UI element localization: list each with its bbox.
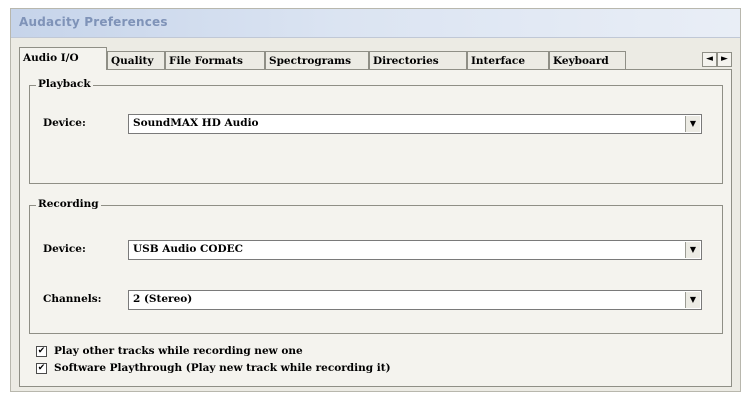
tab-directories[interactable]: Directories [369, 51, 467, 69]
recording-group: Recording Device: USB Audio CODEC ▼ Chan… [29, 198, 723, 334]
preferences-window: Audacity Preferences Audio I/O Quality F… [10, 8, 741, 392]
recording-channels-value: 2 (Stereo) [133, 293, 193, 305]
playback-device-label: Device: [43, 117, 86, 129]
tab-keyboard[interactable]: Keyboard [549, 51, 626, 69]
audio-io-panel: Playback Device: SoundMAX HD Audio ▼ Rec… [19, 69, 732, 387]
recording-device-value: USB Audio CODEC [133, 243, 244, 255]
play-other-tracks-checkbox[interactable]: ✔ [36, 346, 47, 357]
recording-channels-label: Channels: [43, 293, 102, 305]
chevron-down-icon[interactable]: ▼ [685, 116, 700, 132]
tab-spectrograms[interactable]: Spectrograms [265, 51, 369, 69]
software-playthrough-checkbox[interactable]: ✔ [36, 363, 47, 374]
tab-file-formats[interactable]: File Formats [165, 51, 265, 69]
chevron-down-icon[interactable]: ▼ [685, 292, 700, 308]
playback-group-label: Playback [36, 78, 93, 90]
tab-scroll-right-icon[interactable]: ► [717, 52, 732, 67]
tab-strip: Audio I/O Quality File Formats Spectrogr… [19, 47, 732, 70]
tab-quality[interactable]: Quality [107, 51, 165, 69]
recording-device-label: Device: [43, 243, 86, 255]
title-bar[interactable]: Audacity Preferences [11, 9, 740, 38]
tab-interface[interactable]: Interface [467, 51, 549, 69]
software-playthrough-label[interactable]: Software Playthrough (Play new track whi… [54, 362, 391, 374]
window-title: Audacity Preferences [19, 15, 168, 29]
recording-channels-dropdown[interactable]: 2 (Stereo) ▼ [128, 290, 702, 310]
tab-scroll-left-icon[interactable]: ◄ [702, 52, 717, 67]
recording-group-label: Recording [36, 198, 101, 210]
chevron-down-icon[interactable]: ▼ [685, 242, 700, 258]
playback-device-dropdown[interactable]: SoundMAX HD Audio ▼ [128, 114, 702, 134]
recording-device-dropdown[interactable]: USB Audio CODEC ▼ [128, 240, 702, 260]
play-other-tracks-label[interactable]: Play other tracks while recording new on… [54, 345, 303, 357]
tab-audio-io[interactable]: Audio I/O [19, 47, 107, 70]
playback-device-value: SoundMAX HD Audio [133, 117, 259, 129]
playback-group: Playback Device: SoundMAX HD Audio ▼ [29, 78, 723, 184]
